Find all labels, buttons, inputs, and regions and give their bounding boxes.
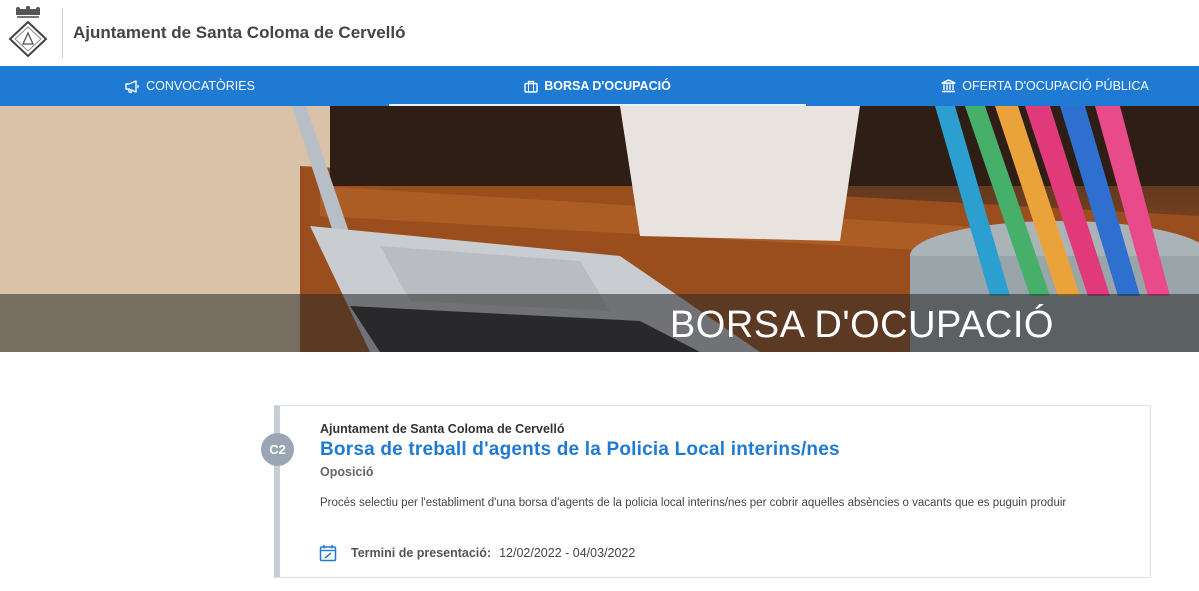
- briefcase-icon: [524, 80, 538, 93]
- nav-item-label: BORSA D'OCUPACIÓ: [544, 79, 671, 93]
- category-badge: C2: [261, 433, 294, 466]
- coat-of-arms-logo[interactable]: [7, 5, 49, 60]
- hero-title: BORSA D'OCUPACIÓ: [669, 304, 1054, 346]
- listing-type: Oposició: [320, 465, 374, 479]
- nav-item-label: CONVOCATÒRIES: [146, 79, 255, 93]
- listing-title-link[interactable]: Borsa de treball d'agents de la Policia …: [320, 439, 840, 461]
- nav-item-convocatories[interactable]: CONVOCATÒRIES: [0, 66, 380, 106]
- nav-item-oferta-ocupacio-publica[interactable]: OFERTA D'OCUPACIÓ PÚBLICA: [890, 66, 1199, 106]
- deadline-label: Termini de presentació:: [351, 546, 492, 560]
- nav-item-borsa-ocupacio[interactable]: BORSA D'OCUPACIÓ: [389, 66, 806, 106]
- nav-item-label: OFERTA D'OCUPACIÓ PÚBLICA: [962, 79, 1149, 93]
- site-header: Ajuntament de Santa Coloma de Cervelló: [0, 0, 1199, 66]
- listing-description: Procés selectiu per l'establiment d'una …: [320, 497, 1067, 509]
- calendar-icon: [319, 545, 337, 562]
- listing-organization: Ajuntament de Santa Coloma de Cervelló: [320, 422, 565, 436]
- deadline-value: 12/02/2022 - 04/03/2022: [499, 546, 636, 560]
- megaphone-icon: [125, 79, 139, 93]
- site-title[interactable]: Ajuntament de Santa Coloma de Cervelló: [73, 23, 406, 43]
- listing-deadline: Termini de presentació: 12/02/2022 - 04/…: [319, 544, 635, 562]
- header-divider: [62, 8, 63, 58]
- hero-banner: BORSA D'OCUPACIÓ: [0, 106, 1199, 352]
- institution-icon: [941, 79, 956, 93]
- main-nav: CONVOCATÒRIES BORSA D'OCUPACIÓ OFERTA D'…: [0, 66, 1199, 106]
